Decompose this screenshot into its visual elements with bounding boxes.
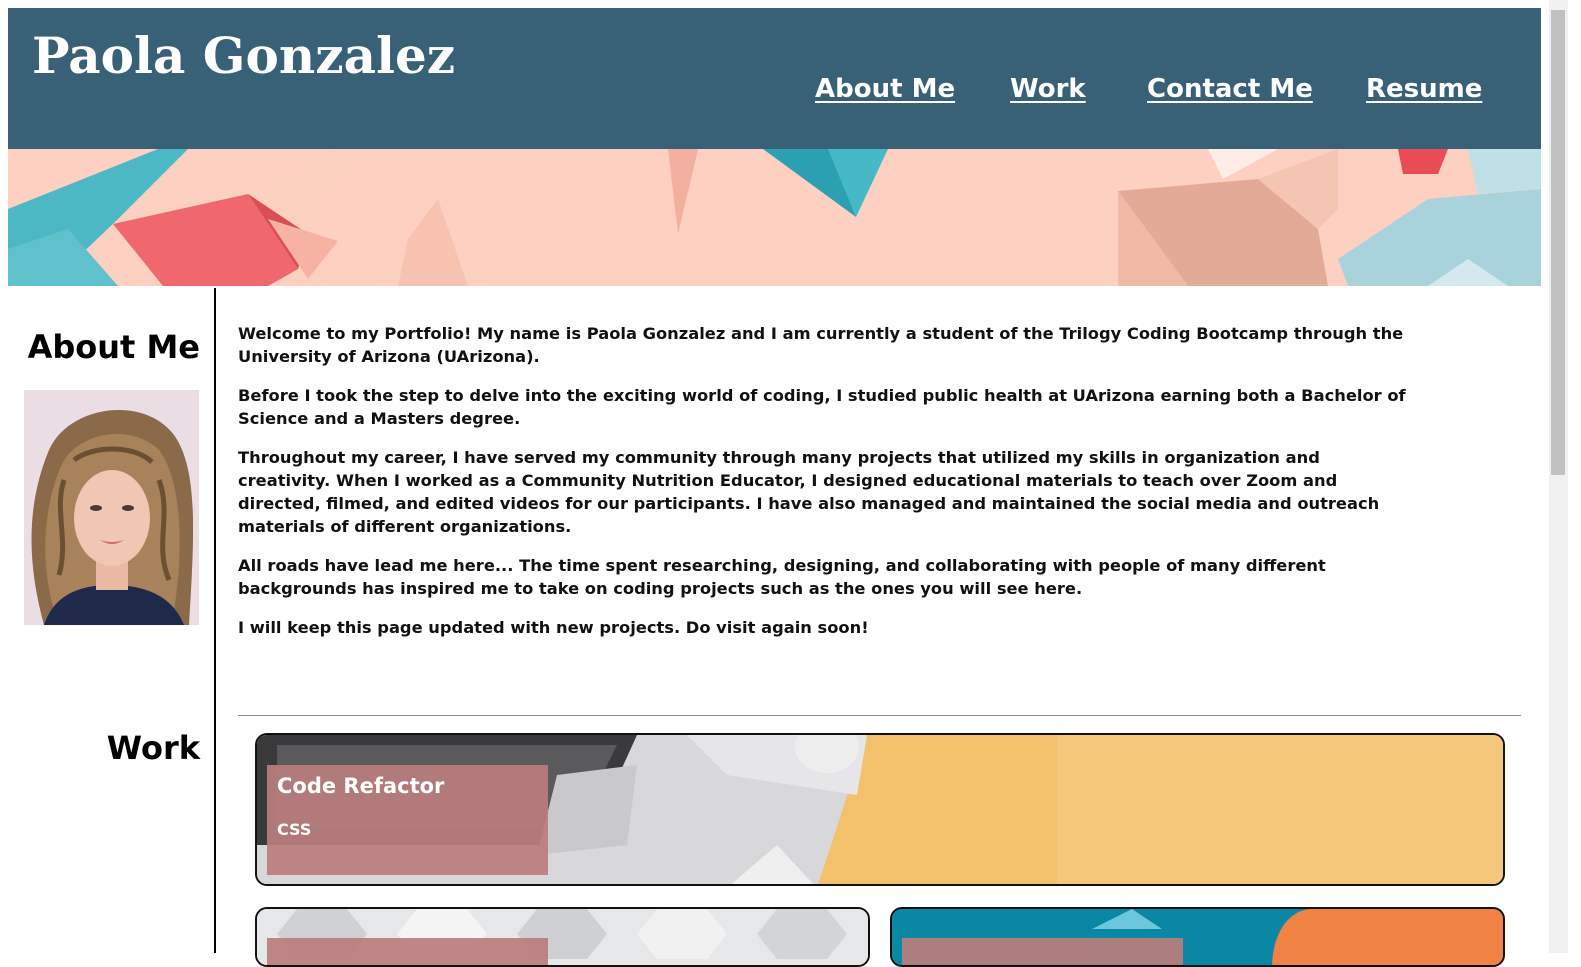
project-card[interactable] [255, 907, 870, 967]
hero-banner-image [8, 149, 1541, 286]
nav-link-work[interactable]: Work [1010, 74, 1086, 104]
project-card[interactable] [890, 907, 1505, 967]
page-scrollbar[interactable] [1549, 0, 1568, 953]
project-subtitle: CSS [277, 820, 312, 839]
project-caption: Code Refactor CSS [267, 765, 548, 875]
about-paragraph: Before I took the step to delve into the… [238, 386, 1406, 428]
main-nav: About Me Work Contact Me Resume [8, 74, 1541, 114]
nav-link-about-me[interactable]: About Me [815, 74, 955, 104]
about-me-heading: About Me [27, 328, 200, 366]
window-edge [1568, 0, 1581, 953]
about-paragraph: Throughout my career, I have served my c… [238, 448, 1380, 536]
profile-photo-illustration [24, 390, 199, 625]
about-paragraph: Welcome to my Portfolio! My name is Paol… [238, 324, 1404, 366]
about-paragraph: I will keep this page updated with new p… [238, 618, 869, 637]
about-paragraph: All roads have lead me here... The time … [238, 556, 1326, 598]
about-me-content: Welcome to my Portfolio! My name is Paol… [238, 322, 1408, 655]
nav-link-resume[interactable]: Resume [1366, 74, 1482, 104]
nav-link-contact-me[interactable]: Contact Me [1147, 74, 1313, 104]
project-title: Code Refactor [277, 774, 445, 798]
site-header: Paola Gonzalez About Me Work Contact Me … [8, 8, 1541, 149]
sidebar-divider [214, 288, 216, 953]
scrollbar-thumb[interactable] [1551, 10, 1565, 475]
hero-geometric-shapes [8, 149, 1541, 286]
section-divider [238, 715, 1521, 716]
profile-photo [24, 390, 199, 625]
project-card-code-refactor[interactable]: Code Refactor CSS [255, 733, 1505, 886]
work-heading: Work [106, 729, 200, 767]
